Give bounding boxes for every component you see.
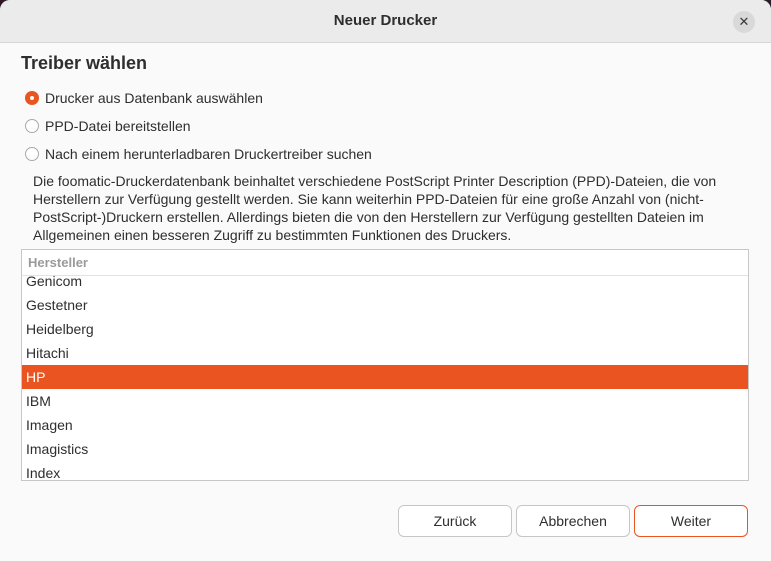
radio-button[interactable] — [25, 147, 39, 161]
new-printer-dialog: Neuer Drucker ✕ Treiber wählen Drucker a… — [0, 0, 771, 561]
radio-label: Nach einem herunterladbaren Druckertreib… — [45, 146, 372, 162]
list-item[interactable]: Gestetner — [22, 293, 748, 317]
close-button[interactable]: ✕ — [733, 11, 755, 33]
radio-button-checked[interactable] — [25, 91, 39, 105]
radio-label: PPD-Datei bereitstellen — [45, 118, 191, 134]
list-rows: Genicom Gestetner Heidelberg Hitachi HP … — [22, 269, 748, 480]
close-icon: ✕ — [738, 14, 750, 29]
column-header-manufacturer[interactable]: Hersteller — [22, 250, 748, 276]
next-button[interactable]: Weiter — [634, 505, 748, 537]
radio-label: Drucker aus Datenbank auswählen — [45, 90, 263, 106]
radio-option-download-driver[interactable]: Nach einem herunterladbaren Druckertreib… — [25, 144, 372, 164]
list-item[interactable]: Hitachi — [22, 341, 748, 365]
list-item[interactable]: Heidelberg — [22, 317, 748, 341]
titlebar: Neuer Drucker ✕ — [0, 0, 771, 43]
radio-option-database[interactable]: Drucker aus Datenbank auswählen — [25, 88, 263, 108]
radio-option-ppd-file[interactable]: PPD-Datei bereitstellen — [25, 116, 191, 136]
radio-button[interactable] — [25, 119, 39, 133]
window-title: Neuer Drucker — [333, 12, 438, 29]
description-text: Die foomatic-Druckerdatenbank beinhaltet… — [33, 173, 717, 243]
list-item-selected[interactable]: HP — [22, 365, 748, 389]
list-item[interactable]: IBM — [22, 389, 748, 413]
list-item[interactable]: Imagen — [22, 413, 748, 437]
manufacturer-list[interactable]: Hersteller Genicom Gestetner Heidelberg … — [21, 249, 749, 481]
page-heading: Treiber wählen — [21, 53, 148, 73]
cancel-button[interactable]: Abbrechen — [516, 505, 630, 537]
list-item[interactable]: Index — [22, 461, 748, 480]
back-button[interactable]: Zurück — [398, 505, 512, 537]
dialog-content: Treiber wählen Drucker aus Datenbank aus… — [0, 43, 771, 561]
list-item[interactable]: Imagistics — [22, 437, 748, 461]
